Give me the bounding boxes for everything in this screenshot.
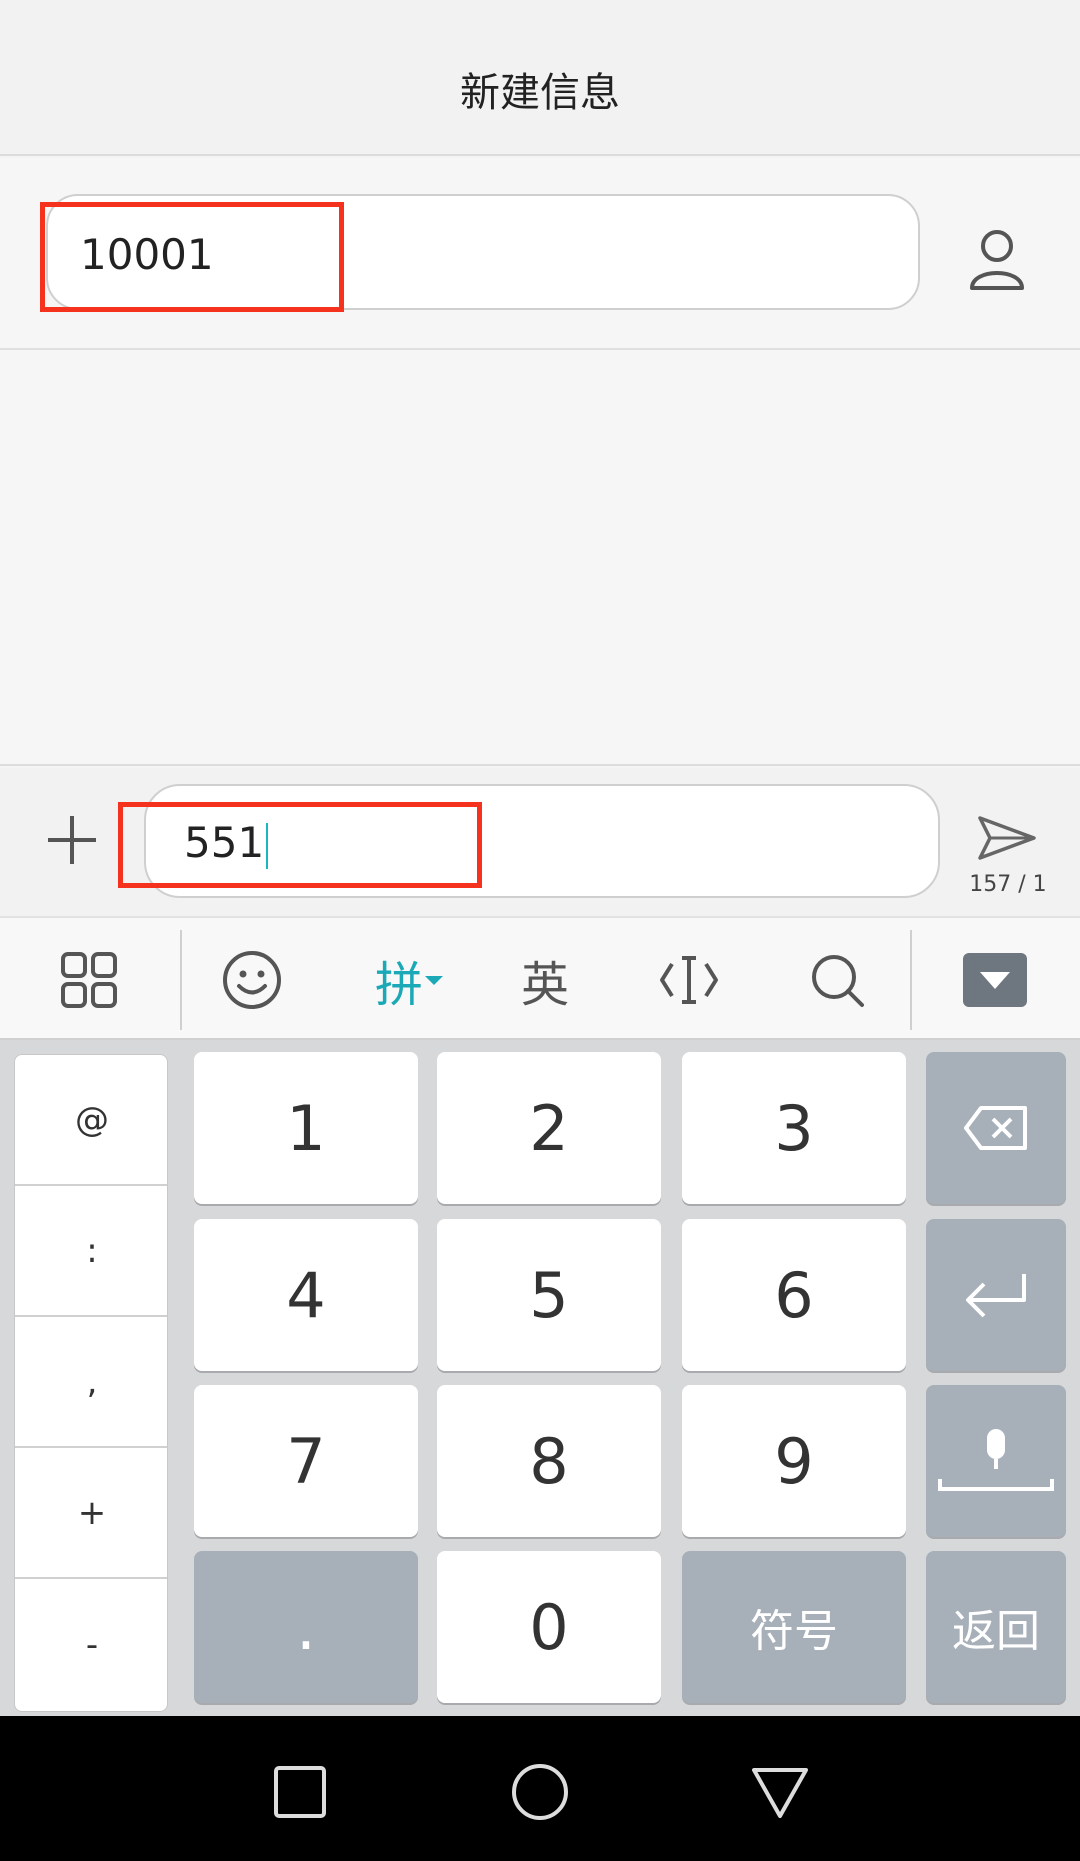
- back-button[interactable]: [750, 1762, 810, 1822]
- message-highlight-box: [118, 802, 482, 888]
- dot-key[interactable]: .: [194, 1551, 418, 1703]
- key-8[interactable]: 8: [437, 1385, 661, 1537]
- key-2[interactable]: 2: [437, 1052, 661, 1204]
- attach-button[interactable]: [44, 812, 100, 868]
- page-title: 新建信息: [460, 70, 620, 116]
- side-key-colon[interactable]: :: [15, 1186, 167, 1317]
- side-key-minus[interactable]: -: [15, 1579, 167, 1710]
- circle-icon: [512, 1764, 568, 1820]
- emoji-button[interactable]: [220, 948, 284, 1012]
- key-5[interactable]: 5: [437, 1219, 661, 1371]
- enter-icon: [966, 1274, 1026, 1318]
- english-mode-button[interactable]: 英: [514, 948, 576, 1013]
- person-icon: [970, 230, 1024, 290]
- key-9[interactable]: 9: [682, 1385, 906, 1537]
- toolbar-divider: [180, 930, 182, 1030]
- send-button[interactable]: [976, 812, 1038, 864]
- key-7[interactable]: 7: [194, 1385, 418, 1537]
- pinyin-mode-button[interactable]: 拼: [366, 948, 452, 1013]
- contact-picker-button[interactable]: [962, 224, 1032, 294]
- key-3[interactable]: 3: [682, 1052, 906, 1204]
- backspace-icon: [964, 1106, 1027, 1150]
- screen: 新建信息 10001 551 157 / 1 拼 英 @: , + - 1 2…: [0, 0, 1080, 1861]
- cursor-edit-button[interactable]: [658, 948, 720, 1012]
- hide-keyboard-button[interactable]: [962, 948, 1028, 1012]
- home-button[interactable]: [510, 1762, 570, 1822]
- key-1[interactable]: 1: [194, 1052, 418, 1204]
- english-label: 英: [520, 957, 569, 1013]
- system-navigation-bar: [0, 1716, 1080, 1861]
- smiley-icon: [223, 951, 281, 1009]
- key-0[interactable]: 0: [437, 1551, 661, 1703]
- pinyin-label: 拼: [374, 957, 423, 1013]
- keyboard-collapse-icon: [963, 953, 1027, 1007]
- enter-key[interactable]: [926, 1219, 1066, 1371]
- character-counter: 157 / 1: [969, 872, 1047, 897]
- key-4[interactable]: 4: [194, 1219, 418, 1371]
- keyboard-menu-button[interactable]: [52, 948, 126, 1012]
- side-key-plus[interactable]: +: [15, 1448, 167, 1579]
- recipient-highlight-box: [40, 202, 344, 312]
- backspace-key[interactable]: [926, 1052, 1066, 1204]
- toolbar-divider: [910, 930, 912, 1030]
- back-key[interactable]: 返回: [926, 1551, 1066, 1703]
- message-thread-area: [0, 350, 1080, 766]
- recents-button[interactable]: [270, 1762, 330, 1822]
- key-6[interactable]: 6: [682, 1219, 906, 1371]
- symbol-column[interactable]: @ : , + -: [14, 1054, 168, 1712]
- keyboard-toolbar: 拼 英: [0, 916, 1080, 1040]
- title-bar: 新建信息: [0, 0, 1080, 156]
- microphone-icon: [938, 1429, 1054, 1491]
- text-cursor-icon: [660, 956, 718, 1004]
- square-icon: [274, 1766, 326, 1818]
- side-key-comma[interactable]: ,: [15, 1317, 167, 1448]
- dropdown-caret-icon: [425, 976, 443, 985]
- numeric-keyboard: @ : , + - 1 2 3 4 5 6 7 8 9 . 0 符号 返回: [0, 1040, 1080, 1716]
- voice-input-key[interactable]: [926, 1385, 1066, 1537]
- send-icon: [978, 816, 1036, 860]
- plus-icon: [48, 816, 96, 864]
- side-key-at[interactable]: @: [15, 1055, 167, 1186]
- symbols-key[interactable]: 符号: [682, 1551, 906, 1703]
- triangle-back-icon: [752, 1768, 808, 1818]
- grid-icon: [61, 952, 117, 1008]
- search-button[interactable]: [806, 948, 868, 1012]
- search-icon: [812, 955, 864, 1007]
